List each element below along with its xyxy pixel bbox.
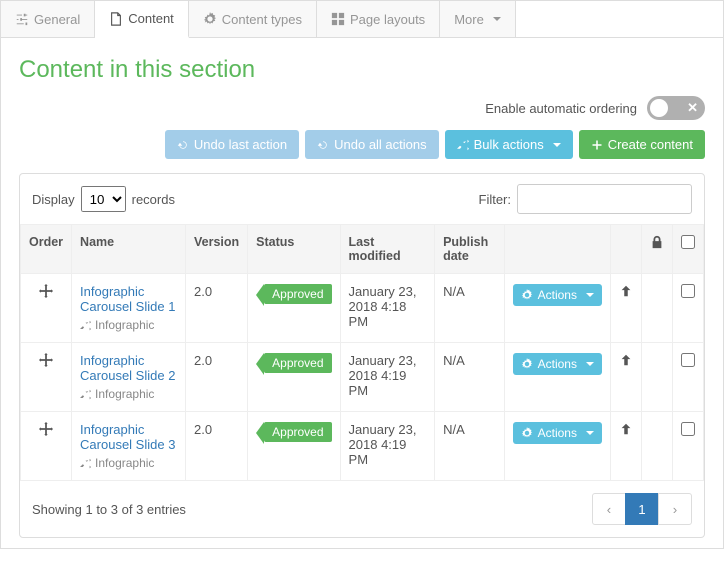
col-order: Order	[21, 225, 72, 274]
col-publish-date[interactable]: Publish date	[435, 225, 505, 274]
gear-icon	[521, 427, 533, 439]
col-version[interactable]: Version	[185, 225, 247, 274]
action-bar: Undo last action Undo all actions Bulk a…	[19, 130, 705, 159]
pager-page-1[interactable]: 1	[625, 493, 659, 525]
nav-tabs: General Content Content types Page layou…	[1, 1, 723, 38]
plus-icon	[591, 139, 603, 151]
data-panel: Display 10 records Filter: Order Name Ve…	[19, 173, 705, 538]
pager-prev[interactable]: ‹	[592, 493, 626, 525]
pager-next[interactable]: ›	[658, 493, 692, 525]
tab-content[interactable]: Content	[95, 1, 189, 38]
modified-cell: January 23, 2018 4:19 PM	[340, 343, 435, 412]
content-table: Order Name Version Status Last modified …	[20, 224, 704, 481]
tab-label: Content	[128, 11, 174, 26]
undo-all-button[interactable]: Undo all actions	[305, 130, 439, 159]
content-type: Infographic	[80, 387, 177, 401]
move-icon[interactable]	[39, 424, 53, 439]
move-icon[interactable]	[39, 355, 53, 370]
row-checkbox[interactable]	[681, 422, 695, 436]
content-link[interactable]: Infographic Carousel Slide 2	[80, 353, 177, 383]
move-top-button[interactable]	[619, 424, 633, 439]
chevron-down-icon	[493, 17, 501, 21]
layout-icon	[331, 12, 345, 26]
file-icon	[109, 12, 123, 26]
row-checkbox[interactable]	[681, 284, 695, 298]
col-status[interactable]: Status	[248, 225, 340, 274]
random-icon	[80, 389, 91, 400]
display-label: Display	[32, 192, 75, 207]
undo-icon	[177, 139, 189, 151]
select-all-checkbox[interactable]	[681, 235, 695, 249]
pagination: ‹ 1 ›	[593, 493, 692, 525]
table-row: Infographic Carousel Slide 1 Infographic 2…	[21, 274, 704, 343]
chevron-down-icon	[586, 362, 594, 366]
tab-page-layouts[interactable]: Page layouts	[317, 1, 440, 37]
publish-cell: N/A	[435, 412, 505, 481]
row-checkbox[interactable]	[681, 353, 695, 367]
move-icon[interactable]	[39, 286, 53, 301]
move-top-button[interactable]	[619, 286, 633, 301]
sliders-icon	[15, 12, 29, 26]
col-last-modified[interactable]: Last modified	[340, 225, 435, 274]
status-badge: Approved	[264, 353, 331, 373]
publish-cell: N/A	[435, 274, 505, 343]
publish-cell: N/A	[435, 343, 505, 412]
chevron-down-icon	[586, 431, 594, 435]
random-icon	[80, 320, 91, 331]
ordering-toggle[interactable]: ✕	[647, 96, 705, 120]
ordering-label: Enable automatic ordering	[485, 101, 637, 116]
records-label: records	[132, 192, 175, 207]
row-actions-button[interactable]: Actions	[513, 353, 602, 375]
tab-label: Page layouts	[350, 12, 425, 27]
close-icon: ✕	[687, 100, 698, 116]
undo-icon	[317, 139, 329, 151]
chevron-down-icon	[586, 293, 594, 297]
table-row: Infographic Carousel Slide 3 Infographic 2…	[21, 412, 704, 481]
content-type: Infographic	[80, 318, 177, 332]
bulk-actions-button[interactable]: Bulk actions	[445, 130, 573, 159]
modified-cell: January 23, 2018 4:19 PM	[340, 412, 435, 481]
row-actions-button[interactable]: Actions	[513, 284, 602, 306]
gear-icon	[521, 358, 533, 370]
page-size-select[interactable]: 10	[81, 186, 126, 212]
chevron-down-icon	[553, 143, 561, 147]
tab-label: More	[454, 12, 484, 27]
filter-input[interactable]	[517, 184, 692, 214]
tab-general[interactable]: General	[1, 1, 95, 37]
content-link[interactable]: Infographic Carousel Slide 3	[80, 422, 177, 452]
undo-last-button[interactable]: Undo last action	[165, 130, 299, 159]
col-name[interactable]: Name	[72, 225, 186, 274]
tab-more[interactable]: More	[440, 1, 516, 37]
row-actions-button[interactable]: Actions	[513, 422, 602, 444]
status-badge: Approved	[264, 422, 331, 442]
random-icon	[80, 458, 91, 469]
tab-label: General	[34, 12, 80, 27]
status-badge: Approved	[264, 284, 331, 304]
modified-cell: January 23, 2018 4:18 PM	[340, 274, 435, 343]
version-cell: 2.0	[185, 412, 247, 481]
move-top-button[interactable]	[619, 355, 633, 370]
filter-label: Filter:	[479, 192, 512, 207]
tab-content-types[interactable]: Content types	[189, 1, 317, 37]
random-icon	[457, 139, 469, 151]
gear-icon	[521, 289, 533, 301]
content-link[interactable]: Infographic Carousel Slide 1	[80, 284, 177, 314]
gear-icon	[203, 12, 217, 26]
tab-label: Content types	[222, 12, 302, 27]
content-type: Infographic	[80, 456, 177, 470]
version-cell: 2.0	[185, 343, 247, 412]
page-title: Content in this section	[19, 56, 705, 84]
version-cell: 2.0	[185, 274, 247, 343]
showing-text: Showing 1 to 3 of 3 entries	[32, 502, 186, 517]
lock-icon	[650, 238, 664, 252]
table-row: Infographic Carousel Slide 2 Infographic 2…	[21, 343, 704, 412]
create-content-button[interactable]: Create content	[579, 130, 705, 159]
